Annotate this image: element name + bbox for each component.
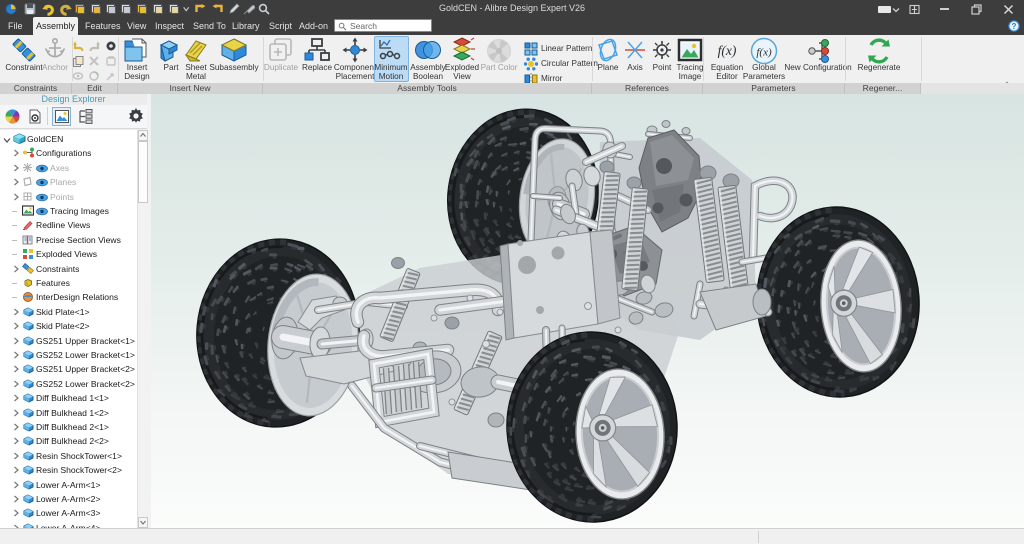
svg-text:f(x): f(x) bbox=[756, 47, 772, 59]
svg-text:?: ? bbox=[1012, 22, 1017, 31]
